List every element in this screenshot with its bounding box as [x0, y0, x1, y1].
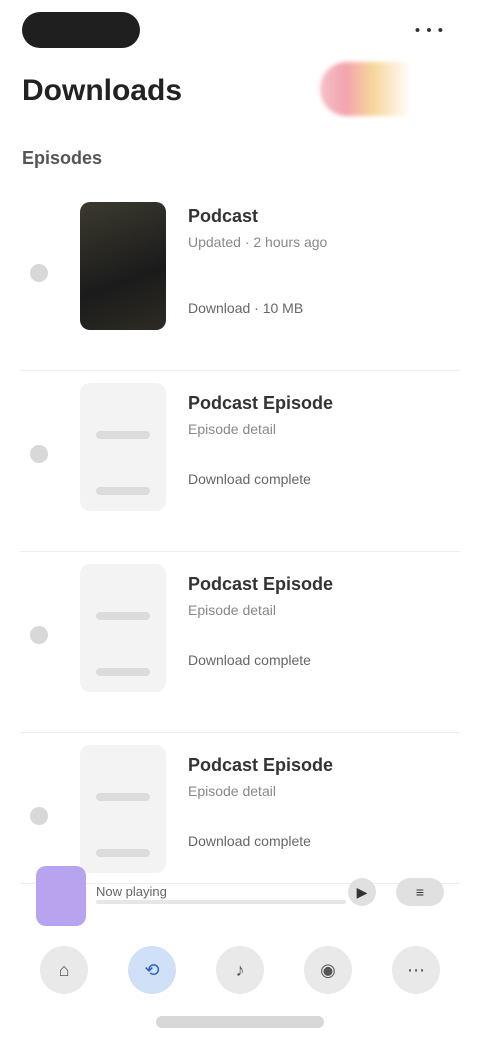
episode-meta: Download complete [188, 833, 311, 849]
now-playing-bar[interactable]: Now playing ▶ ≡ [36, 860, 444, 930]
episode-thumbnail [80, 383, 166, 511]
account-tab-icon[interactable]: ◉ [304, 946, 352, 994]
thumbnail-line [96, 487, 150, 495]
dot-icon [30, 264, 48, 282]
library-tab-icon[interactable]: ♪ [216, 946, 264, 994]
thumbnail-line [96, 431, 150, 439]
explore-tab-icon[interactable]: ⟲ [128, 946, 176, 994]
section-label: Episodes [22, 148, 103, 168]
now-playing-cover [36, 866, 86, 926]
dot-icon [30, 626, 48, 644]
episode-subtitle: Updated · 2 hours ago [188, 234, 328, 250]
play-icon[interactable]: ▶ [348, 878, 376, 906]
dot-icon [30, 807, 48, 825]
episode-meta: Download · 10 MB [188, 300, 304, 316]
home-tab-icon[interactable]: ⌂ [40, 946, 88, 994]
episode-subtitle: Episode detail [188, 421, 276, 437]
page-title: Downloads [22, 74, 183, 107]
settings-tab-icon[interactable]: ⋯ [392, 946, 440, 994]
now-playing-controls: ▶ ≡ [348, 878, 444, 906]
episode-meta: Download complete [188, 471, 311, 487]
dot-icon [30, 445, 48, 463]
episode-thumbnail [80, 202, 166, 330]
status-indicators: • • • [414, 22, 444, 39]
thumbnail-line [96, 668, 150, 676]
episode-thumbnail [80, 564, 166, 692]
thumbnail-line [96, 849, 150, 857]
episode-meta: Download complete [188, 652, 311, 668]
home-indicator[interactable] [156, 1016, 324, 1028]
episode-list: Podcast Updated · 2 hours ago Download ·… [0, 190, 480, 884]
now-playing-title: Now playing [96, 884, 167, 899]
list-item[interactable]: Podcast Episode Episode detail Download … [20, 371, 460, 552]
episode-subtitle: Episode detail [188, 783, 276, 799]
episode-title: Podcast [188, 206, 259, 226]
thumbnail-line [96, 793, 150, 801]
status-pill [22, 12, 140, 48]
list-item[interactable]: Podcast Updated · 2 hours ago Download ·… [20, 190, 460, 371]
menu-icon[interactable]: ≡ [396, 878, 444, 906]
episode-subtitle: Episode detail [188, 602, 276, 618]
avatar-strip[interactable] [320, 62, 450, 116]
thumbnail-line [96, 612, 150, 620]
episode-title: Podcast Episode [188, 393, 334, 413]
now-playing-progress [96, 900, 346, 904]
episode-thumbnail [80, 745, 166, 873]
episode-title: Podcast Episode [188, 574, 334, 594]
tab-bar: ⌂ ⟲ ♪ ◉ ⋯ [40, 938, 440, 1002]
episode-title: Podcast Episode [188, 755, 334, 775]
list-item[interactable]: Podcast Episode Episode detail Download … [20, 552, 460, 733]
